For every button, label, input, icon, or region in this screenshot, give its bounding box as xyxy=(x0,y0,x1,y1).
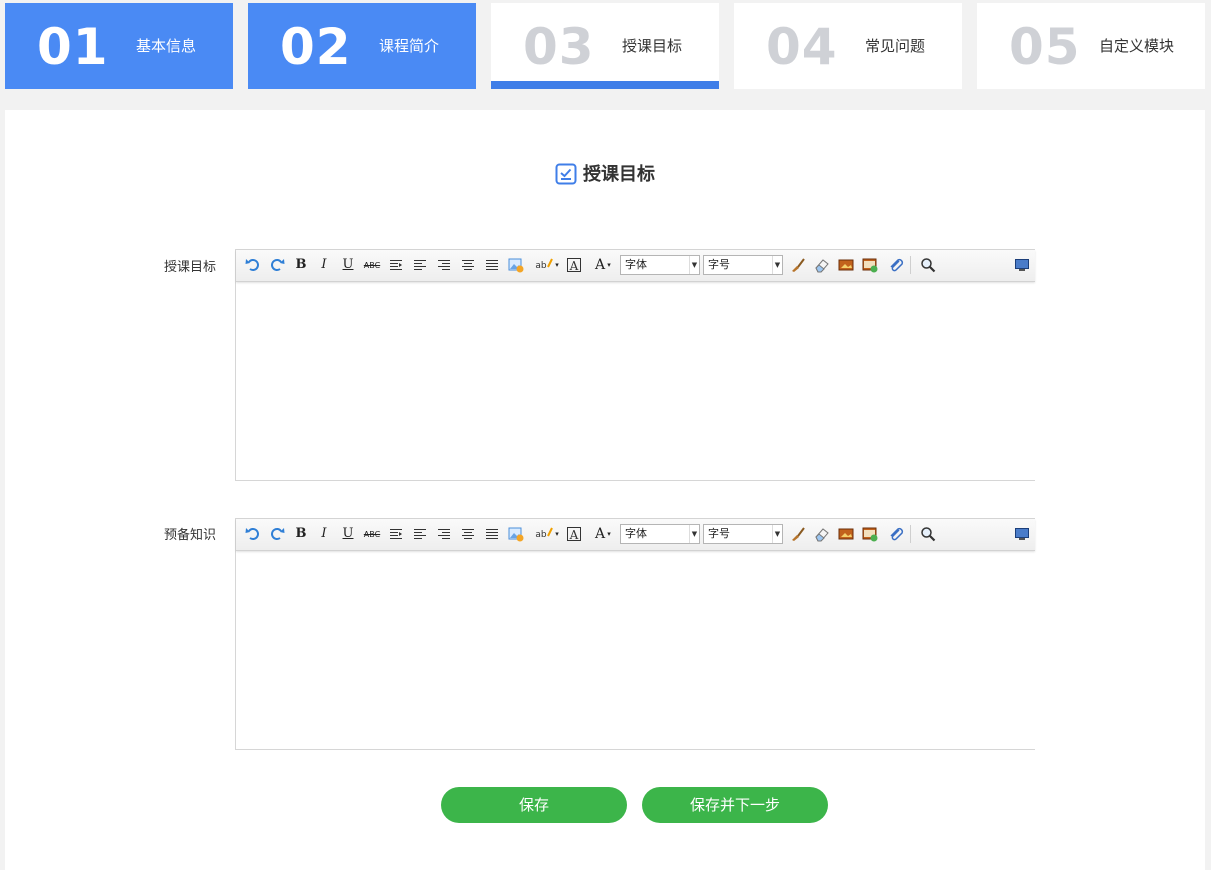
undo-icon[interactable] xyxy=(244,525,262,543)
align-right-icon[interactable] xyxy=(435,256,453,274)
strikethrough-icon[interactable]: ABC xyxy=(363,256,381,274)
step-1[interactable]: 01 基本信息 xyxy=(5,3,233,89)
align-right-icon[interactable] xyxy=(435,525,453,543)
step-nav: 01 基本信息 02 课程简介 03 授课目标 04 常见问题 05 自定义模块 xyxy=(0,0,1211,90)
brush-icon[interactable] xyxy=(789,256,807,274)
highlight-color-icon[interactable]: ab xyxy=(532,256,556,274)
strikethrough-icon[interactable]: ABC xyxy=(363,525,381,543)
step-label: 课程简介 xyxy=(379,37,440,55)
align-justify-icon[interactable] xyxy=(483,525,501,543)
font-size-select[interactable]: 字号 ▼ xyxy=(703,255,783,275)
chevron-down-icon[interactable]: ▾ xyxy=(606,256,612,274)
select-value: 字号 xyxy=(708,258,730,271)
editor-content[interactable] xyxy=(236,282,1035,481)
section-title: 授课目标 xyxy=(583,164,655,185)
toolbar-separator xyxy=(910,525,911,543)
step-label: 基本信息 xyxy=(136,37,197,55)
indent-icon[interactable] xyxy=(387,525,405,543)
highlight-color-icon[interactable]: ab xyxy=(532,525,556,543)
redo-icon[interactable] xyxy=(268,256,286,274)
font-size-select[interactable]: 字号 ▼ xyxy=(703,524,783,544)
media-icon[interactable] xyxy=(861,525,879,543)
select-value: 字号 xyxy=(708,527,730,540)
editor-content[interactable] xyxy=(236,551,1035,750)
search-icon[interactable] xyxy=(919,256,937,274)
step-3[interactable]: 03 授课目标 xyxy=(491,3,719,89)
select-value: 字体 xyxy=(625,258,647,271)
select-value: 字体 xyxy=(625,527,647,540)
svg-text:A: A xyxy=(569,259,579,273)
toolbar-separator xyxy=(910,256,911,274)
step-number: 01 xyxy=(37,18,109,76)
step-label: 授课目标 xyxy=(622,37,683,55)
editor-toolbar: B I U ABC ab A A ▾ ▾ 字体 ▼ 字号 ▼ xyxy=(236,519,1035,551)
image-icon[interactable] xyxy=(837,256,855,274)
step-number: 02 xyxy=(280,18,352,76)
save-next-button[interactable]: 保存并下一步 xyxy=(642,787,828,823)
step-number: 04 xyxy=(766,18,838,76)
checkbox-icon xyxy=(555,163,577,185)
insert-image-icon[interactable] xyxy=(507,525,525,543)
attachment-icon[interactable] xyxy=(887,256,905,274)
eraser-icon[interactable] xyxy=(813,525,831,543)
image-icon[interactable] xyxy=(837,525,855,543)
font-family-select[interactable]: 字体 ▼ xyxy=(620,255,700,275)
field-label-objectives: 授课目标 xyxy=(164,260,217,275)
form-panel: 授课目标 授课目标 B I U ABC ab A A ▾ ▾ 字体 ▼ 字号 ▼ 预备知识 B I U ABC… xyxy=(5,110,1205,870)
search-icon[interactable] xyxy=(919,525,937,543)
align-justify-icon[interactable] xyxy=(483,256,501,274)
bold-icon[interactable]: B xyxy=(292,525,310,543)
underline-icon[interactable]: U xyxy=(339,525,357,543)
text-color-icon[interactable]: A xyxy=(565,256,583,274)
align-center-icon[interactable] xyxy=(459,525,477,543)
step-number: 05 xyxy=(1009,18,1081,76)
align-center-icon[interactable] xyxy=(459,256,477,274)
section-heading: 授课目标 xyxy=(5,161,1205,189)
step-number: 03 xyxy=(523,18,595,76)
italic-icon[interactable]: I xyxy=(315,525,333,543)
step-label: 常见问题 xyxy=(865,37,926,55)
text-color-icon[interactable]: A xyxy=(565,525,583,543)
chevron-down-icon: ▼ xyxy=(772,525,782,543)
editor-toolbar: B I U ABC ab A A ▾ ▾ 字体 ▼ 字号 ▼ xyxy=(236,250,1035,282)
media-icon[interactable] xyxy=(861,256,879,274)
underline-icon[interactable]: U xyxy=(339,256,357,274)
align-left-icon[interactable] xyxy=(411,256,429,274)
chevron-down-icon: ▼ xyxy=(689,525,699,543)
editor-prerequisites: B I U ABC ab A A ▾ ▾ 字体 ▼ 字号 ▼ xyxy=(235,518,1035,750)
step-2[interactable]: 02 课程简介 xyxy=(248,3,476,89)
preview-icon[interactable] xyxy=(1013,525,1031,543)
redo-icon[interactable] xyxy=(268,525,286,543)
bold-icon[interactable]: B xyxy=(292,256,310,274)
svg-text:A: A xyxy=(569,528,579,542)
chevron-down-icon[interactable]: ▾ xyxy=(554,525,560,543)
step-5[interactable]: 05 自定义模块 xyxy=(977,3,1205,89)
step-label: 自定义模块 xyxy=(1099,37,1175,55)
save-button[interactable]: 保存 xyxy=(441,787,627,823)
field-label-prerequisites: 预备知识 xyxy=(164,528,217,543)
font-family-select[interactable]: 字体 ▼ xyxy=(620,524,700,544)
chevron-down-icon[interactable]: ▾ xyxy=(606,525,612,543)
chevron-down-icon: ▼ xyxy=(689,256,699,274)
undo-icon[interactable] xyxy=(244,256,262,274)
attachment-icon[interactable] xyxy=(887,525,905,543)
indent-icon[interactable] xyxy=(387,256,405,274)
editor-objectives: B I U ABC ab A A ▾ ▾ 字体 ▼ 字号 ▼ xyxy=(235,249,1035,481)
active-step-indicator xyxy=(491,81,719,89)
brush-icon[interactable] xyxy=(789,525,807,543)
eraser-icon[interactable] xyxy=(813,256,831,274)
preview-icon[interactable] xyxy=(1013,256,1031,274)
align-left-icon[interactable] xyxy=(411,525,429,543)
chevron-down-icon: ▼ xyxy=(772,256,782,274)
insert-image-icon[interactable] xyxy=(507,256,525,274)
italic-icon[interactable]: I xyxy=(315,256,333,274)
chevron-down-icon[interactable]: ▾ xyxy=(554,256,560,274)
step-4[interactable]: 04 常见问题 xyxy=(734,3,962,89)
